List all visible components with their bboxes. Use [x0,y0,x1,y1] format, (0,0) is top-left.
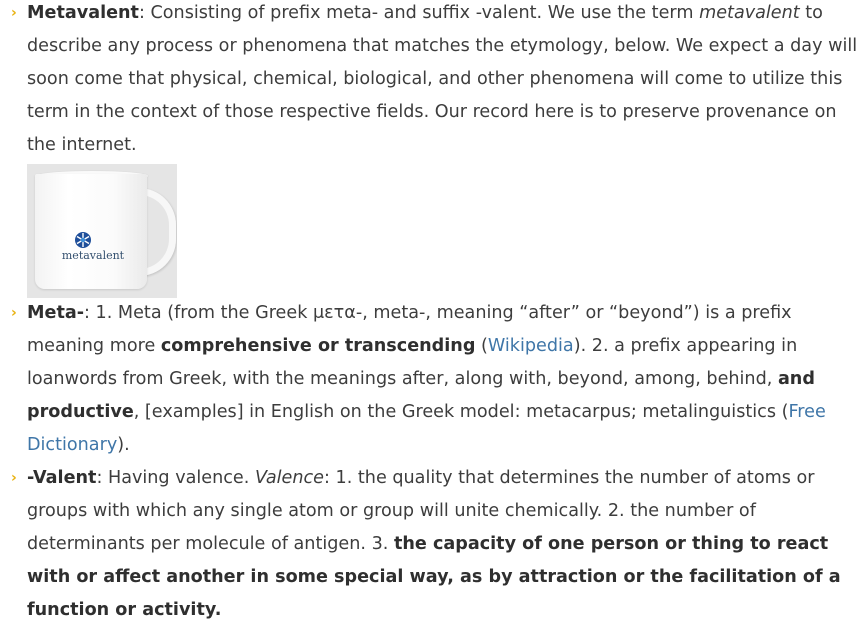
term-label: Meta- [27,303,85,323]
metavalent-mug-image: metavalent [27,164,177,298]
list-item-meta: › Meta-: 1. Meta (from the Greek μετα-, … [0,297,859,462]
definition-text: -Valent: Having valence. Valence: 1. the… [27,468,841,620]
mug-label: metavalent [61,249,125,262]
definition-text: Metavalent: Consisting of prefix meta- a… [27,3,858,155]
metavalent-logo-icon [75,232,91,248]
term-label: Metavalent [27,3,139,23]
list-item-valent: › -Valent: Having valence. Valence: 1. t… [0,462,859,627]
bullet-chevron-icon: › [11,470,17,486]
bullet-chevron-icon: › [11,305,17,321]
bullet-chevron-icon: › [11,5,17,21]
definition-text: Meta-: 1. Meta (from the Greek μετα-, me… [27,303,826,455]
wikipedia-link[interactable]: Wikipedia [488,336,574,356]
term-label: -Valent [27,468,97,488]
page: › Metavalent: Consisting of prefix meta-… [0,0,859,631]
list-item-metavalent: › Metavalent: Consisting of prefix meta-… [0,0,859,162]
